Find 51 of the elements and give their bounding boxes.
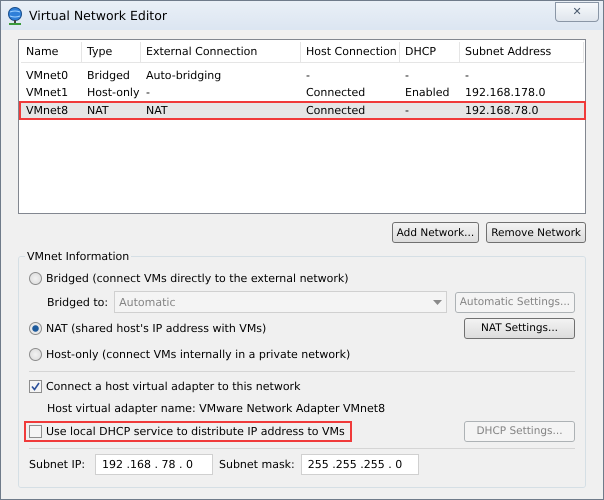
- table-cell-text: -: [404, 69, 410, 82]
- column-header[interactable]: DHCP: [400, 42, 460, 63]
- column-header[interactable]: Host Connection: [301, 42, 400, 63]
- table-cell-text: -: [305, 69, 311, 82]
- table-cell-text: VMnet8: [25, 104, 70, 117]
- table-cell-text: 192.168.178.0: [464, 86, 546, 99]
- network-row[interactable]: VMnet8 NAT NAT Connected - 192.168.78.0: [19, 101, 586, 120]
- nat-settings-button[interactable]: NAT Settings...: [464, 318, 575, 338]
- table-cell-text: -: [464, 69, 470, 82]
- field-label: Subnet mask:: [219, 458, 295, 470]
- column-header[interactable]: Name: [21, 42, 82, 63]
- checkbox[interactable]: [29, 424, 42, 438]
- table-cell-text: 192.168.78.0: [464, 104, 540, 117]
- checkbox[interactable]: [29, 380, 42, 392]
- adapter-name-text: Host virtual adapter name: VMware Network Adapter VMnet8: [47, 402, 386, 414]
- radio-label: Bridged (connect VMs directly to the external network): [46, 272, 349, 284]
- radio-button[interactable]: [29, 272, 42, 284]
- table-cell-text: VMnet0: [25, 69, 70, 82]
- subnet-mask-field[interactable]: 255 .255 .255 . 0: [300, 454, 419, 474]
- caret-icon: [432, 300, 442, 304]
- table-cell-text: -: [404, 104, 410, 117]
- field-label: Bridged to:: [47, 296, 108, 308]
- close-button[interactable]: ✕: [555, 2, 599, 22]
- field-label: Subnet IP:: [29, 458, 86, 470]
- remove-network-button[interactable]: Remove Network: [486, 222, 586, 243]
- subnet-ip-field[interactable]: 192 .168 . 78 . 0: [95, 454, 213, 474]
- radio-button[interactable]: [29, 348, 42, 360]
- radio-label: NAT (shared host's IP address with VMs): [46, 322, 266, 334]
- table-cell-text: Bridged: [86, 69, 131, 82]
- radio-label: Host-only (connect VMs internally in a private network): [46, 348, 350, 360]
- column-header[interactable]: Type: [82, 42, 141, 63]
- table-cell-text: NAT: [86, 104, 110, 117]
- checkbox-label: Use local DHCP service to distribute IP address to VMs: [46, 424, 345, 438]
- table-cell-text: Connected: [305, 86, 366, 99]
- network-row[interactable]: VMnet0 Bridged Auto-bridging - - -: [19, 67, 586, 84]
- table-cell-text: -: [145, 86, 151, 99]
- radio-button[interactable]: [29, 322, 42, 334]
- add-network-button[interactable]: Add Network...: [392, 222, 480, 243]
- network-row[interactable]: VMnet1 Host-only - Connected Enabled 192.168.178.0: [19, 84, 586, 101]
- window-title: Virtual Network Editor: [29, 8, 168, 23]
- table-cell-text: Auto-bridging: [145, 69, 222, 82]
- table-cell-text: Connected: [305, 104, 366, 117]
- column-header[interactable]: Subnet Address: [460, 42, 584, 63]
- group-title: VMnet Information: [26, 250, 130, 263]
- table-cell-text: NAT: [145, 104, 169, 117]
- checkbox-label: Connect a host virtual adapter to this network: [46, 380, 300, 392]
- table-cell-text: Enabled: [404, 86, 450, 99]
- table-cell-text: VMnet1: [25, 86, 70, 99]
- globe-icon: [7, 6, 23, 24]
- column-header[interactable]: External Connection: [141, 42, 301, 63]
- table-cell-text: Host-only: [86, 86, 140, 99]
